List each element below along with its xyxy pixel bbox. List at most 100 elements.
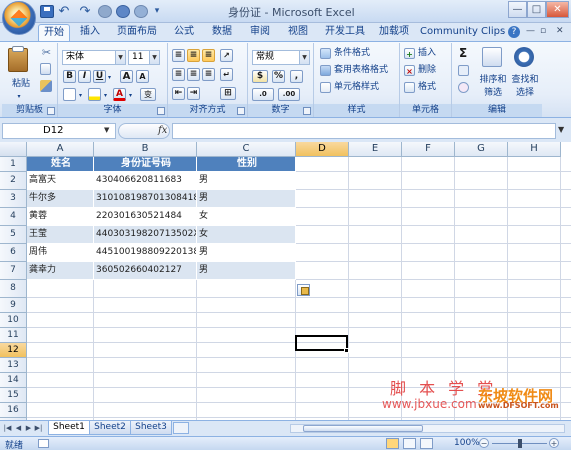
zoom-level[interactable]: 100% bbox=[454, 438, 480, 448]
page-break-view-icon[interactable] bbox=[420, 438, 433, 449]
insert-function-icon[interactable]: fx bbox=[158, 125, 167, 136]
fill-color-icon[interactable] bbox=[88, 88, 101, 101]
chevron-down-icon[interactable]: ▼ bbox=[104, 126, 109, 134]
format-cells-button[interactable]: 格式 bbox=[417, 80, 451, 95]
next-sheet-icon[interactable]: ▶ bbox=[24, 423, 33, 433]
table-cell[interactable]: 男 bbox=[197, 190, 296, 208]
name-box[interactable]: D12 bbox=[2, 123, 116, 139]
paste-dropdown-icon[interactable]: ▾ bbox=[14, 89, 24, 104]
merge-center-icon[interactable]: ⊞ bbox=[220, 87, 236, 100]
table-header-cell[interactable]: 身份证号码 bbox=[94, 157, 197, 172]
align-middle-icon[interactable]: ≡ bbox=[187, 49, 200, 62]
tab-view[interactable]: 视图 bbox=[282, 24, 314, 41]
underline-dropdown-icon[interactable]: ▾ bbox=[107, 70, 115, 85]
sheet-tab-2[interactable]: Sheet2 bbox=[89, 421, 131, 435]
table-cell[interactable]: 445100198809220138 bbox=[94, 244, 197, 262]
chevron-down-icon[interactable]: ▼ bbox=[558, 125, 564, 134]
row-header-3[interactable]: 3 bbox=[0, 190, 27, 208]
row-header-9[interactable]: 9 bbox=[0, 298, 27, 313]
tab-developer[interactable]: 开发工具 bbox=[320, 24, 370, 41]
increase-indent-icon[interactable]: ⇥ bbox=[187, 87, 200, 100]
quick-access-circle-icon[interactable] bbox=[116, 5, 130, 18]
fill-handle[interactable] bbox=[344, 348, 349, 353]
align-center-icon[interactable]: ≡ bbox=[187, 68, 200, 81]
save-icon[interactable] bbox=[40, 5, 54, 18]
underline-button[interactable]: U bbox=[93, 70, 106, 83]
active-cell-selection[interactable] bbox=[295, 335, 348, 351]
formula-input[interactable] bbox=[172, 123, 556, 139]
chevron-down-icon[interactable]: ▼ bbox=[299, 51, 309, 64]
redo-icon[interactable]: ↷ bbox=[78, 5, 92, 18]
column-header-a[interactable]: A bbox=[27, 142, 94, 157]
italic-button[interactable]: I bbox=[78, 70, 91, 83]
normal-view-icon[interactable] bbox=[386, 438, 399, 449]
zoom-in-button[interactable]: + bbox=[549, 438, 559, 448]
align-left-icon[interactable]: ≡ bbox=[172, 68, 185, 81]
phonetic-button[interactable]: 变 bbox=[140, 88, 156, 101]
chevron-down-icon[interactable]: ▼ bbox=[115, 51, 125, 64]
fill-color-dropdown-icon[interactable]: ▾ bbox=[103, 88, 111, 103]
table-header-cell[interactable]: 姓名 bbox=[27, 157, 94, 172]
grow-font-button[interactable]: A bbox=[120, 70, 133, 83]
ribbon-restore-icon[interactable]: ▫ bbox=[540, 26, 546, 36]
align-bottom-icon[interactable]: ≡ bbox=[202, 49, 215, 62]
clipboard-launcher-icon[interactable] bbox=[47, 107, 55, 115]
table-cell[interactable]: 310108198701308418 bbox=[94, 190, 197, 208]
scrollbar-thumb[interactable] bbox=[303, 425, 423, 432]
borders-icon[interactable] bbox=[63, 88, 76, 101]
ribbon-close-icon[interactable]: ✕ bbox=[556, 26, 564, 36]
column-header-g[interactable]: G bbox=[455, 142, 508, 157]
table-cell[interactable]: 男 bbox=[197, 172, 296, 190]
insert-cells-button[interactable]: 插入 bbox=[417, 46, 451, 61]
font-launcher-icon[interactable] bbox=[157, 107, 165, 115]
font-color-dropdown-icon[interactable]: ▾ bbox=[128, 88, 136, 103]
clear-icon[interactable] bbox=[458, 82, 469, 93]
page-layout-view-icon[interactable] bbox=[403, 438, 416, 449]
tab-insert[interactable]: 插入 bbox=[74, 24, 106, 41]
customize-quick-access-icon[interactable]: ▾ bbox=[150, 5, 164, 18]
table-cell[interactable]: 女 bbox=[197, 226, 296, 244]
table-cell[interactable]: 女 bbox=[197, 208, 296, 226]
row-header-8[interactable]: 8 bbox=[0, 280, 27, 298]
tab-review[interactable]: 审阅 bbox=[244, 24, 276, 41]
row-header-11[interactable]: 11 bbox=[0, 328, 27, 343]
comma-button[interactable]: , bbox=[290, 70, 303, 83]
fill-icon[interactable] bbox=[458, 65, 469, 76]
conditional-format-button[interactable]: 条件格式 bbox=[333, 46, 397, 61]
horizontal-scrollbar[interactable] bbox=[290, 424, 565, 433]
insert-sheet-icon[interactable] bbox=[173, 422, 189, 434]
font-size-combo[interactable]: 11 ▼ bbox=[128, 50, 160, 65]
macro-record-icon[interactable] bbox=[38, 439, 49, 448]
sheet-tab-3[interactable]: Sheet3 bbox=[130, 421, 172, 435]
last-sheet-icon[interactable]: ▶| bbox=[34, 423, 43, 433]
table-cell[interactable]: 王莹 bbox=[27, 226, 94, 244]
font-color-button[interactable]: A bbox=[113, 88, 126, 101]
office-button[interactable] bbox=[2, 1, 36, 35]
table-cell[interactable]: 男 bbox=[197, 244, 296, 262]
row-header-1[interactable]: 1 bbox=[0, 157, 27, 172]
decrease-decimal-button[interactable]: .00 bbox=[278, 88, 300, 101]
column-header-f[interactable]: F bbox=[402, 142, 455, 157]
prev-sheet-icon[interactable]: ◀ bbox=[14, 423, 23, 433]
minimize-button[interactable]: — bbox=[508, 1, 527, 18]
first-sheet-icon[interactable]: |◀ bbox=[3, 423, 12, 433]
sheet-tab-1[interactable]: Sheet1 bbox=[48, 421, 90, 435]
maximize-button[interactable]: □ bbox=[527, 1, 546, 18]
row-header-7[interactable]: 7 bbox=[0, 262, 27, 280]
decrease-indent-icon[interactable]: ⇤ bbox=[172, 87, 185, 100]
chevron-down-icon[interactable]: ▼ bbox=[149, 51, 159, 64]
column-header-b[interactable]: B bbox=[94, 142, 197, 157]
column-header-e[interactable]: E bbox=[349, 142, 402, 157]
table-cell[interactable]: 220301630521484 bbox=[94, 208, 197, 226]
row-header-10[interactable]: 10 bbox=[0, 313, 27, 328]
table-cell[interactable]: 430406620811683 bbox=[94, 172, 197, 190]
table-cell[interactable]: 周伟 bbox=[27, 244, 94, 262]
undo-icon[interactable]: ↶ bbox=[57, 5, 71, 18]
table-cell[interactable]: 黄蓉 bbox=[27, 208, 94, 226]
select-all-corner[interactable] bbox=[0, 142, 27, 157]
ribbon-minimize-icon[interactable]: — bbox=[526, 26, 535, 36]
row-header-5[interactable]: 5 bbox=[0, 226, 27, 244]
row-header-12[interactable]: 12 bbox=[0, 343, 27, 358]
row-header-16[interactable]: 16 bbox=[0, 403, 27, 418]
help-icon[interactable]: ? bbox=[508, 26, 520, 38]
